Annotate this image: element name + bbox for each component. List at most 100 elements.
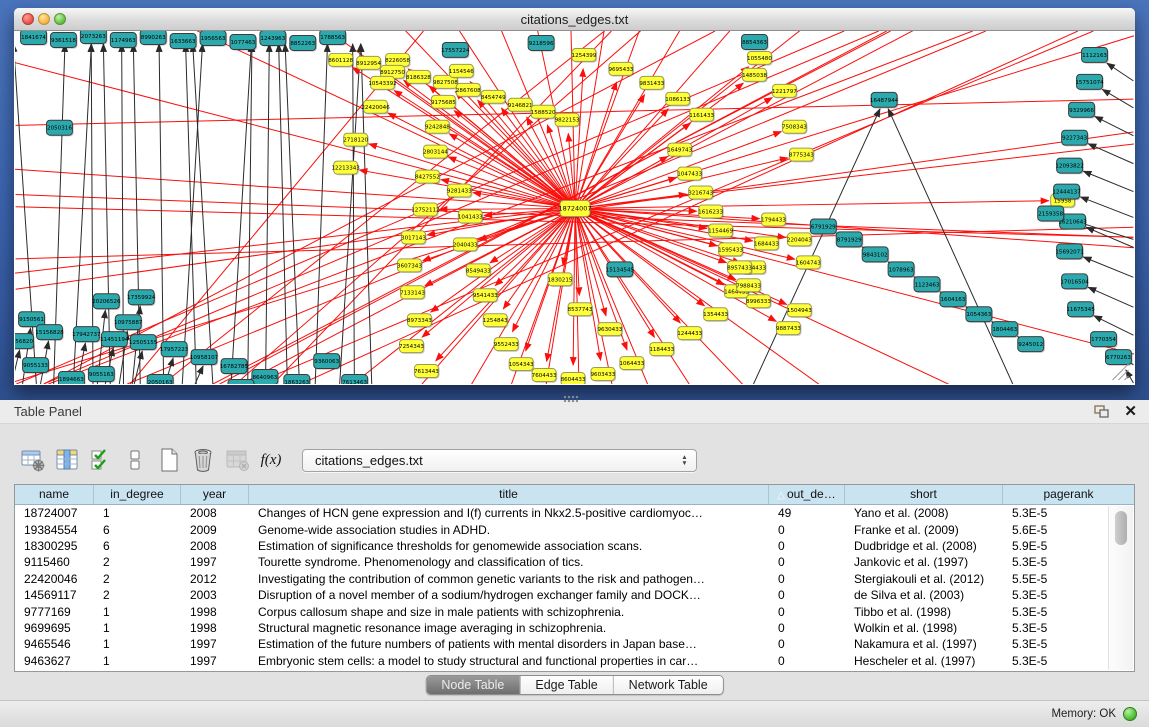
column-header-name[interactable]: name — [15, 485, 94, 504]
network-node[interactable]: 1616233 — [698, 205, 724, 219]
network-node[interactable]: 1208863 — [228, 380, 255, 384]
network-node[interactable]: 8427552 — [415, 170, 441, 184]
network-node[interactable]: 8854363 — [742, 34, 769, 50]
table-options-icon[interactable] — [16, 445, 50, 475]
table-select-combobox[interactable]: citations_edges.txt ▲▼ — [302, 449, 697, 472]
network-node[interactable]: 1154546 — [449, 64, 475, 78]
column-header-pagerank[interactable]: pagerank — [1003, 485, 1134, 504]
table-row[interactable]: 946362711997Embryonic stem cells: a mode… — [15, 653, 1134, 669]
network-node[interactable]: 2050163 — [147, 375, 174, 384]
table-row[interactable]: 1830029562008Estimation of significance … — [15, 538, 1134, 554]
resize-grip-icon[interactable] — [1124, 376, 1128, 380]
network-node[interactable]: 8775343 — [789, 148, 815, 162]
network-node[interactable]: 1830215 — [548, 273, 574, 287]
network-node[interactable]: 15751074 — [1075, 74, 1104, 90]
network-node[interactable]: 8791929 — [836, 232, 863, 248]
network-node[interactable]: 1047433 — [677, 167, 703, 181]
network-node[interactable]: 1485038 — [742, 68, 768, 82]
table-row[interactable]: 1938455462009Genome-wide association stu… — [15, 521, 1134, 537]
network-node[interactable]: 2204043 — [787, 233, 813, 247]
table-row[interactable]: 1456911722003Disruption of a novel membe… — [15, 587, 1134, 603]
panel-splitter-handle[interactable] — [563, 395, 578, 403]
resize-grip-icon[interactable] — [1118, 370, 1128, 380]
network-node[interactable]: 9361518 — [50, 32, 77, 48]
network-canvas[interactable]: 8601128891295482260588912750105433928186… — [15, 31, 1134, 384]
memory-ok-indicator[interactable] — [1123, 707, 1137, 721]
column-header-title[interactable]: title — [249, 485, 769, 504]
network-node[interactable]: 8454749 — [481, 90, 507, 104]
network-node[interactable]: 1604163 — [940, 292, 967, 308]
network-node[interactable]: 1604743 — [796, 256, 822, 270]
network-node[interactable]: 8640963 — [252, 370, 279, 384]
network-node[interactable]: 17359924 — [127, 290, 156, 306]
network-node[interactable]: 7254343 — [399, 340, 425, 354]
network-node[interactable]: 15156828 — [35, 325, 64, 341]
table-row[interactable]: 911546021997Tourette syndrome. Phenomeno… — [15, 554, 1134, 570]
network-node[interactable]: 9329966 — [1069, 102, 1096, 118]
network-node[interactable]: 7604433 — [532, 369, 558, 383]
network-node[interactable]: 1244433 — [677, 327, 703, 341]
network-node[interactable]: 2050316 — [46, 120, 73, 136]
network-node[interactable]: 9822153 — [555, 113, 581, 127]
network-node[interactable]: 7508343 — [782, 120, 808, 134]
network-node[interactable]: 8604433 — [561, 373, 587, 384]
network-node[interactable]: 1055480 — [747, 51, 773, 65]
network-node[interactable]: 1254843 — [483, 314, 509, 328]
network-node[interactable]: 8537743 — [568, 303, 594, 317]
network-node[interactable]: 1184433 — [649, 343, 675, 357]
network-node[interactable]: 2073263 — [80, 31, 107, 45]
network-node[interactable]: 8852263 — [290, 35, 317, 51]
table-vertical-scrollbar[interactable] — [1108, 506, 1133, 670]
delete-rows-icon[interactable] — [186, 445, 220, 475]
network-node[interactable]: 10975887 — [114, 315, 143, 331]
network-node[interactable]: 8912954 — [356, 56, 382, 70]
close-panel-icon[interactable]: ✕ — [1124, 404, 1137, 419]
network-node[interactable]: 9541433 — [473, 289, 499, 303]
network-node[interactable]: 7133143 — [400, 286, 426, 300]
network-node[interactable]: 7988433 — [736, 279, 762, 293]
network-node[interactable]: 9245012 — [1018, 337, 1045, 353]
scrollbar-thumb[interactable] — [1115, 511, 1127, 545]
network-node[interactable]: 9218596 — [528, 35, 555, 51]
network-node[interactable]: 1595433 — [718, 243, 744, 257]
network-node[interactable]: 9281433 — [447, 184, 473, 198]
network-node[interactable]: 1243963 — [260, 31, 287, 47]
tab-node-table[interactable]: Node Table — [426, 676, 519, 694]
network-node[interactable]: 7613443 — [414, 365, 440, 379]
network-node[interactable]: 1054343 — [509, 358, 535, 372]
network-node[interactable]: 16487944 — [870, 92, 899, 108]
network-node[interactable]: 17557224 — [441, 42, 470, 58]
network-node[interactable]: 12093822 — [1055, 158, 1083, 174]
network-node[interactable]: 1794433 — [761, 213, 787, 227]
network-node[interactable]: 1649743 — [667, 143, 693, 157]
network-node[interactable]: 3607343 — [397, 259, 423, 273]
network-node[interactable]: 6770263 — [1105, 350, 1132, 366]
network-node[interactable]: 1123463 — [914, 277, 941, 293]
network-node[interactable]: 1221797 — [772, 84, 798, 98]
network-node[interactable]: 9695433 — [608, 62, 634, 76]
network-node[interactable]: 12213343 — [331, 161, 360, 175]
function-builder-icon[interactable]: f(x) — [254, 445, 288, 475]
table-row[interactable]: 977716911998Corpus callosum shape and si… — [15, 603, 1134, 619]
network-node[interactable]: 7613463 — [342, 375, 369, 384]
table-row[interactable]: 969969511998Structural magnetic resonanc… — [15, 620, 1134, 636]
network-node[interactable]: 9603433 — [590, 368, 616, 382]
network-node[interactable]: 15692071 — [1055, 244, 1084, 260]
new-table-icon[interactable] — [152, 445, 186, 475]
network-node[interactable]: 1077463 — [230, 34, 257, 50]
network-node[interactable]: 8973343 — [407, 314, 433, 328]
network-node[interactable]: 9175685 — [431, 95, 457, 109]
network-node[interactable]: 17957223 — [160, 342, 189, 358]
network-node[interactable]: 9055163 — [88, 367, 115, 383]
network-node[interactable]: 1174963 — [110, 32, 137, 48]
network-node[interactable]: 9146821 — [508, 98, 534, 112]
network-node[interactable]: 1054363 — [966, 307, 993, 323]
network-node[interactable]: 1156820 — [15, 334, 35, 350]
network-node[interactable]: 3216743 — [688, 186, 714, 200]
select-rows-icon[interactable] — [84, 445, 118, 475]
network-node[interactable]: 1086133 — [665, 92, 691, 106]
network-node[interactable]: 9831433 — [639, 76, 665, 90]
network-node[interactable]: 15134545 — [606, 262, 635, 278]
network-node[interactable]: 1112163 — [1082, 47, 1109, 63]
network-node[interactable]: 16782785 — [220, 359, 249, 375]
